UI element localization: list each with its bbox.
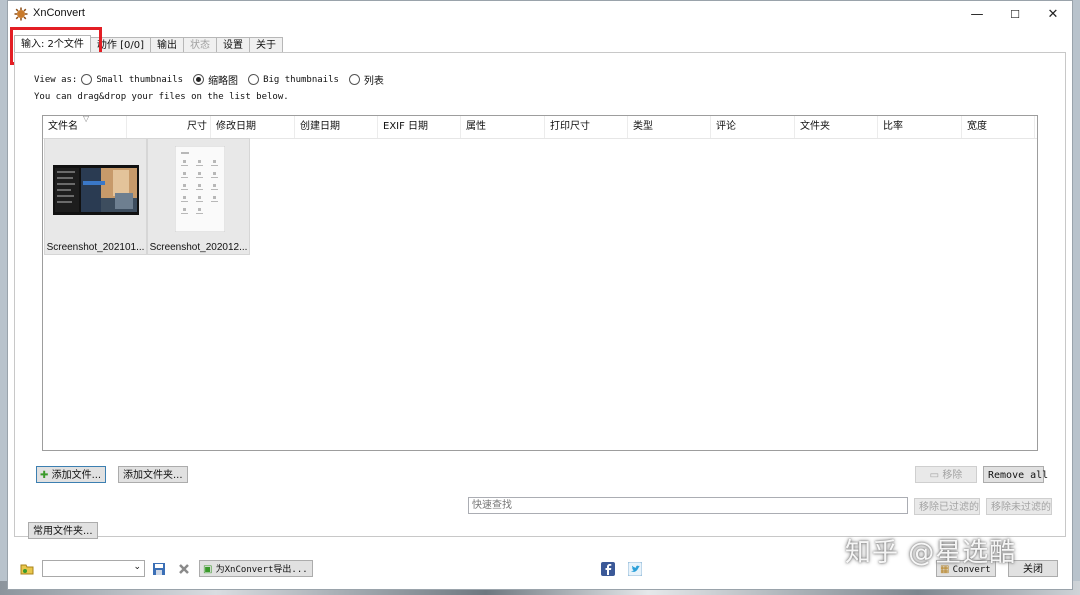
file-thumbnail[interactable]: Screenshot_202101...	[44, 138, 147, 255]
file-name-label: Screenshot_202101...	[46, 242, 145, 253]
common-folders-button[interactable]: 常用文件夹...	[28, 522, 98, 539]
watermark: 知乎 @星选酷	[845, 538, 1017, 568]
add-files-button[interactable]: ✚ 添加文件...	[36, 466, 107, 483]
minimize-button[interactable]: —	[958, 1, 996, 27]
col-size[interactable]: 尺寸	[127, 116, 211, 138]
col-print-size[interactable]: 打印尺寸	[545, 116, 628, 138]
tab-about[interactable]: 关于	[249, 37, 283, 53]
col-modified[interactable]: 修改日期	[211, 116, 295, 138]
radio-thumbnails[interactable]	[193, 74, 205, 85]
col-folder[interactable]: 文件夹	[795, 116, 878, 138]
col-width[interactable]: 宽度	[962, 116, 1035, 138]
delete-icon[interactable]	[177, 562, 191, 576]
option-list-label: 列表	[363, 76, 384, 87]
col-type[interactable]: 类型	[628, 116, 711, 138]
preset-dropdown[interactable]: ⌄	[42, 560, 145, 577]
xnconvert-logo-icon	[14, 7, 28, 21]
save-icon[interactable]	[152, 562, 166, 576]
radio-small-thumbnails[interactable]	[81, 74, 93, 85]
open-folder-icon[interactable]	[20, 562, 34, 576]
radio-big-thumbnails[interactable]	[248, 74, 260, 85]
window-title: XnConvert	[33, 7, 85, 19]
col-exif-date[interactable]: EXIF 日期	[378, 116, 461, 138]
twitter-icon[interactable]	[628, 562, 642, 576]
remove-unfiltered-button[interactable]: 移除未过滤的	[986, 498, 1052, 515]
chevron-down-icon: ⌄	[133, 562, 141, 572]
option-big-thumbnails-label: Big thumbnails	[263, 74, 339, 85]
file-name-label: Screenshot_202012...	[149, 242, 248, 253]
sort-caret-icon: ▽	[83, 114, 90, 123]
facebook-icon[interactable]	[601, 562, 615, 576]
file-list[interactable]: 文件名 尺寸 修改日期 创建日期 EXIF 日期 属性 打印尺寸 类型 评论 文…	[42, 114, 1038, 451]
tab-settings[interactable]: 设置	[216, 37, 250, 53]
option-small-thumbnails-label: Small thumbnails	[96, 74, 184, 85]
add-icon: ✚	[40, 470, 49, 481]
remove-all-button[interactable]: Remove all	[983, 466, 1048, 483]
col-ratio[interactable]: 比率	[878, 116, 962, 138]
remove-icon: ▭	[929, 470, 940, 481]
radio-list[interactable]	[348, 74, 360, 85]
export-label: 为XnConvert导出...	[215, 565, 308, 575]
drag-drop-hint: You can drag&drop your files on the list…	[34, 92, 289, 102]
option-thumbnails-label: 缩略图	[208, 76, 239, 87]
col-created[interactable]: 创建日期	[295, 116, 378, 138]
export-icon: ▣	[203, 564, 213, 575]
remove-label: 移除	[942, 470, 963, 481]
export-button[interactable]: ▣ 为XnConvert导出...	[199, 560, 313, 577]
remove-filtered-button[interactable]: 移除已过滤的	[914, 498, 980, 515]
quick-search-input[interactable]: 快速查找	[468, 497, 908, 514]
remove-button[interactable]: ▭ 移除	[915, 466, 977, 483]
add-files-label: 添加文件...	[51, 470, 102, 481]
file-thumbnail[interactable]: Screenshot_202012...	[147, 138, 250, 255]
screenshot-preview-image	[53, 165, 139, 215]
app-window: XnConvert — ☐ ✕ 输入: 2个文件 动作 [0/0] 输出 状态 …	[7, 0, 1073, 590]
maximize-button[interactable]: ☐	[996, 1, 1034, 27]
col-comment[interactable]: 评论	[711, 116, 795, 138]
tab-status[interactable]: 状态	[183, 37, 217, 53]
close-window-button[interactable]: ✕	[1034, 1, 1072, 27]
column-headers: 文件名 尺寸 修改日期 创建日期 EXIF 日期 属性 打印尺寸 类型 评论 文…	[43, 116, 1037, 139]
add-folder-button[interactable]: 添加文件夹...	[118, 466, 188, 483]
title-bar: XnConvert — ☐ ✕	[8, 1, 1072, 27]
col-attributes[interactable]: 属性	[461, 116, 545, 138]
tab-output[interactable]: 输出	[150, 37, 184, 53]
view-as-group: View as: Small thumbnails 缩略图 Big thumbn…	[34, 72, 384, 87]
screenshot-preview-image	[175, 146, 225, 232]
view-as-label: View as:	[34, 74, 78, 85]
